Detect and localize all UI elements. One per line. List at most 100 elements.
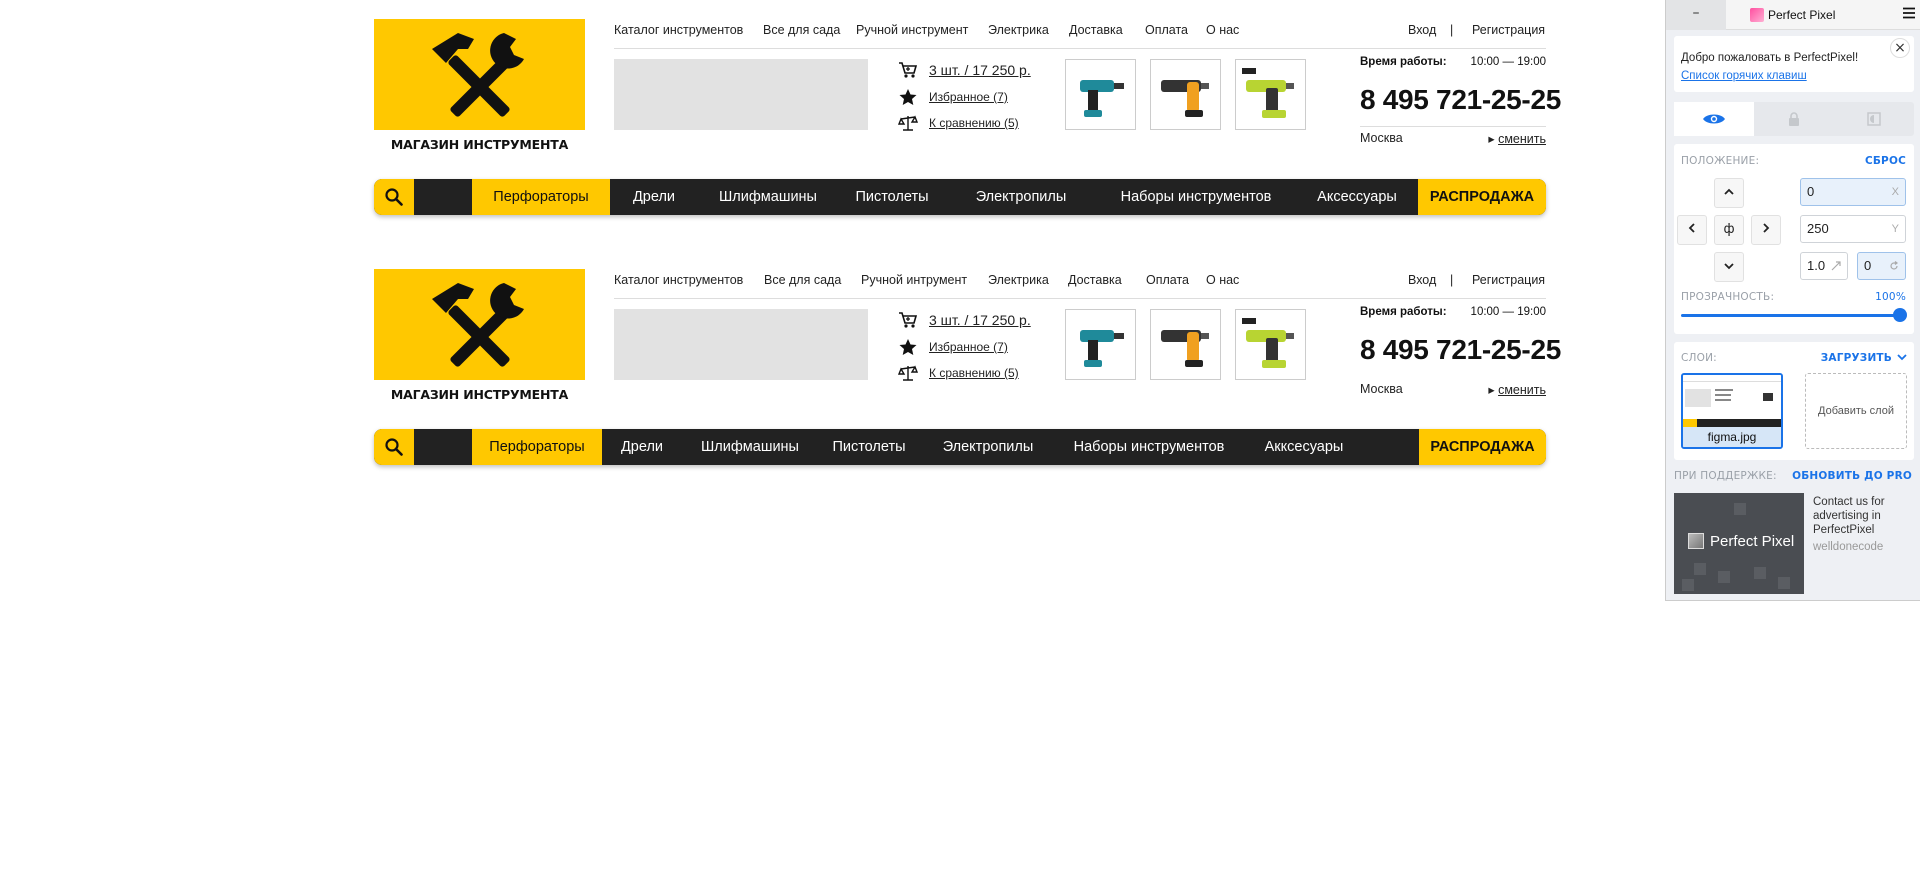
menu-grinders[interactable]: Шлифмашины <box>698 179 838 215</box>
topnav-about[interactable]: О нас <box>1206 23 1239 37</box>
rotate-icon <box>1890 261 1898 270</box>
topnav-hand-tools[interactable]: Ручной интрумент <box>861 273 967 287</box>
hamburger-menu-icon[interactable] <box>1902 6 1916 20</box>
opacity-slider-handle[interactable] <box>1893 308 1907 322</box>
compare-link[interactable]: К сравнению (5) <box>898 364 1019 382</box>
eye-icon <box>1703 114 1725 124</box>
ad-block[interactable]: Perfect Pixel Contact us for advertising… <box>1674 493 1914 595</box>
product-thumb-drill-orange[interactable] <box>1150 309 1221 380</box>
menu-sale[interactable]: РАСПРОДАЖА <box>1419 429 1546 465</box>
search-placeholder-box[interactable] <box>614 309 868 380</box>
compare-link[interactable]: К сравнению (5) <box>898 114 1019 132</box>
layer-preview-image <box>1683 375 1781 429</box>
top-nav: Каталог инструментов Все для сада Ручной… <box>614 269 1546 299</box>
tab-invert[interactable] <box>1834 102 1914 136</box>
perfectpixel-logo-icon <box>1750 8 1764 22</box>
scale-input[interactable]: 1.0 <box>1800 252 1848 280</box>
menu-sale[interactable]: РАСПРОДАЖА <box>1418 179 1546 215</box>
add-layer-button[interactable]: Добавить слой <box>1805 373 1907 449</box>
upgrade-pro-link[interactable]: ОБНОВИТЬ ДО PRO <box>1792 470 1912 482</box>
login-link[interactable]: Вход <box>1408 23 1436 37</box>
welcome-card: Добро пожаловать в PerfectPixel! Список … <box>1674 36 1914 92</box>
drill-orange-icon <box>1161 330 1209 367</box>
tab-visibility[interactable] <box>1674 102 1754 136</box>
menu-tool-sets[interactable]: Наборы инструментов <box>1096 179 1296 215</box>
change-city-link[interactable]: ▸ сменить <box>1488 382 1546 397</box>
phone-number[interactable]: 8 495 721-25-25 <box>1360 84 1561 116</box>
menu-accessories[interactable]: Акксесуары <box>1242 429 1366 465</box>
phone-number[interactable]: 8 495 721-25-25 <box>1360 334 1561 366</box>
layers-card: СЛОИ: ЗАГРУЗИТЬ figma.jpg Добавить слой <box>1674 342 1914 460</box>
topnav-about[interactable]: О нас <box>1206 273 1239 287</box>
topnav-catalog[interactable]: Каталог инструментов <box>614 273 743 287</box>
menu-search-button[interactable] <box>374 429 414 465</box>
topnav-garden[interactable]: Все для сада <box>763 23 840 37</box>
product-thumb-drill-green[interactable] <box>1235 309 1306 380</box>
topnav-payment[interactable]: Оплата <box>1146 273 1189 287</box>
search-placeholder-box[interactable] <box>614 59 868 130</box>
layers-label: СЛОИ: <box>1681 352 1717 364</box>
search-icon <box>385 188 403 206</box>
chevron-down-icon[interactable] <box>1897 353 1907 361</box>
tab-lock[interactable] <box>1754 102 1834 136</box>
topnav-delivery[interactable]: Доставка <box>1068 273 1122 287</box>
chevron-down-icon <box>1724 263 1734 270</box>
topnav-electrics[interactable]: Электрика <box>988 273 1049 287</box>
login-link[interactable]: Вход <box>1408 273 1436 287</box>
hotkeys-link[interactable]: Список горячих клавиш <box>1681 70 1807 82</box>
perfectpixel-brand-icon <box>1688 533 1704 549</box>
topnav-catalog[interactable]: Каталог инструментов <box>614 23 743 37</box>
menu-saws[interactable]: Электропилы <box>946 179 1096 215</box>
topnav-delivery[interactable]: Доставка <box>1069 23 1123 37</box>
menu-saws[interactable]: Электропилы <box>920 429 1056 465</box>
search-icon <box>385 438 403 456</box>
favorites-link[interactable]: Избранное (7) <box>898 88 1008 106</box>
category-menu: Перфораторы Дрели Шлифмашины Пистолеты Э… <box>374 179 1546 215</box>
topnav-electrics[interactable]: Электрика <box>988 23 1049 37</box>
menu-perforators[interactable]: Перфораторы <box>472 179 610 215</box>
center-button[interactable]: ф <box>1714 215 1744 245</box>
opacity-slider[interactable] <box>1681 314 1905 317</box>
menu-accessories[interactable]: Аксессуары <box>1296 179 1418 215</box>
topnav-payment[interactable]: Оплата <box>1145 23 1188 37</box>
change-city-link[interactable]: ▸ сменить <box>1488 131 1546 146</box>
logo[interactable] <box>374 269 585 380</box>
menu-search-button[interactable] <box>374 179 414 215</box>
support-label: ПРИ ПОДДЕРЖКЕ: <box>1674 470 1777 482</box>
rotation-input[interactable]: 0 <box>1857 252 1906 280</box>
menu-drills[interactable]: Дрели <box>610 179 698 215</box>
x-offset-input[interactable]: 0 X <box>1800 178 1906 206</box>
cart-link[interactable]: 3 шт. / 17 250 р. <box>898 61 1031 79</box>
close-welcome-button[interactable]: × <box>1890 38 1910 58</box>
register-link[interactable]: Регистрация <box>1472 273 1545 287</box>
topnav-garden[interactable]: Все для сада <box>764 273 841 287</box>
favorites-link[interactable]: Избранное (7) <box>898 338 1008 356</box>
menu-guns[interactable]: Пистолеты <box>818 429 920 465</box>
minimize-button[interactable]: – <box>1666 0 1726 30</box>
register-link[interactable]: Регистрация <box>1472 23 1545 37</box>
cart-summary: 3 шт. / 17 250 р. <box>929 312 1031 328</box>
product-thumb-drill-blue[interactable] <box>1065 59 1136 130</box>
product-thumb-drill-orange[interactable] <box>1150 59 1221 130</box>
move-up-button[interactable] <box>1714 178 1744 208</box>
product-thumb-drill-blue[interactable] <box>1065 309 1136 380</box>
menu-drills[interactable]: Дрели <box>602 429 682 465</box>
y-offset-input[interactable]: 250 Y <box>1800 215 1906 243</box>
move-left-button[interactable] <box>1677 215 1707 245</box>
topnav-hand-tools[interactable]: Ручной инструмент <box>856 23 968 37</box>
menu-perforators[interactable]: Перфораторы <box>472 429 602 465</box>
menu-grinders[interactable]: Шлифмашины <box>682 429 818 465</box>
favorites-label: Избранное (7) <box>929 340 1008 354</box>
reset-button[interactable]: СБРОС <box>1865 155 1906 167</box>
x-suffix: X <box>1891 186 1899 198</box>
hours-value: 10:00 — 19:00 <box>1470 56 1546 68</box>
menu-guns[interactable]: Пистолеты <box>838 179 946 215</box>
menu-tool-sets[interactable]: Наборы инструментов <box>1056 429 1242 465</box>
product-thumb-drill-green[interactable] <box>1235 59 1306 130</box>
upload-button[interactable]: ЗАГРУЗИТЬ <box>1821 352 1892 364</box>
move-right-button[interactable] <box>1751 215 1781 245</box>
move-down-button[interactable] <box>1714 252 1744 282</box>
logo[interactable] <box>374 19 585 130</box>
layer-thumbnail[interactable]: figma.jpg <box>1681 373 1783 449</box>
cart-link[interactable]: 3 шт. / 17 250 р. <box>898 311 1031 329</box>
